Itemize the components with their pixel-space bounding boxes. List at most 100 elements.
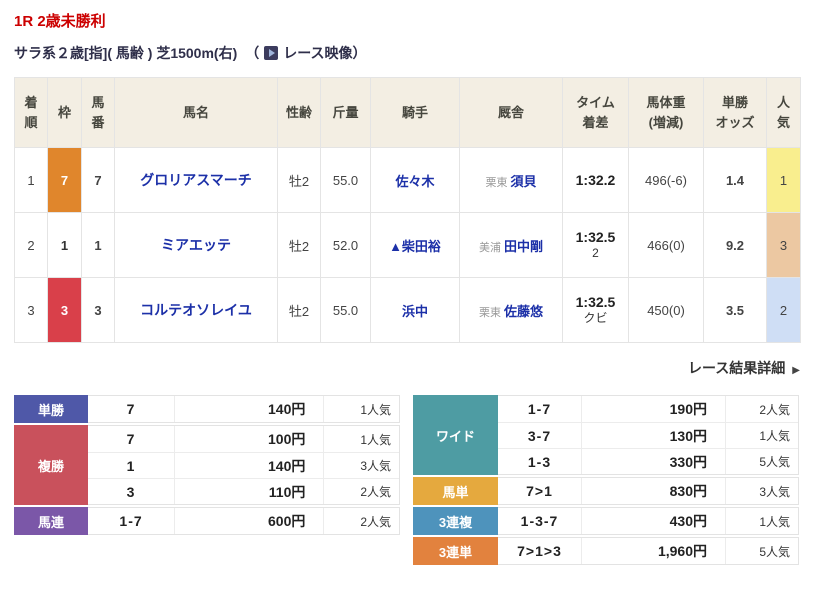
margin-value: 2: [563, 246, 628, 261]
jockey-link[interactable]: 浜中: [402, 304, 428, 319]
stable-region: 美浦: [479, 242, 501, 254]
payout-row: 1-3 330円 5人気: [498, 448, 798, 474]
finish-cell: 1: [15, 148, 48, 213]
horse-row: 1 7 7 グロリアスマーチ 牡2 55.0 佐々木 栗東須貝 1:32.2 4…: [15, 148, 801, 213]
sex-age-cell: 牡2: [278, 148, 321, 213]
payout-row: 1-3-7 430円 1人気: [498, 508, 798, 534]
payout-group-label: ワイド: [413, 395, 498, 475]
sex-age-cell: 牡2: [278, 213, 321, 278]
horse-number-cell: 3: [82, 278, 115, 343]
trainer-link[interactable]: 田中剛: [504, 239, 543, 254]
horse-weight-cell: 496(-6): [629, 148, 704, 213]
horse-row: 2 1 1 ミアエッテ 牡2 52.0 ▲柴田裕 美浦田中剛 1:32.5 2 …: [15, 213, 801, 278]
col-header-jockey: 騎手: [371, 78, 460, 148]
stable-region: 栗東: [485, 177, 507, 189]
payout-amount: 600円: [175, 508, 324, 534]
payout-group-umaren: 馬連 1-7 600円 2人気: [14, 507, 400, 535]
payout-row: 7>1 830円 3人気: [498, 478, 798, 504]
jockey-cell: ▲柴田裕: [371, 213, 460, 278]
payout-row: 3 110円 2人気: [88, 478, 399, 504]
payout-group-tansho: 単勝 7 140円 1人気: [14, 395, 400, 423]
payout-popularity: 2人気: [324, 479, 399, 504]
odds-cell: 3.5: [704, 278, 767, 343]
jockey-link[interactable]: ▲柴田裕: [389, 239, 441, 254]
payout-amount: 130円: [582, 423, 726, 448]
payout-popularity: 5人気: [726, 449, 798, 474]
col-header-odds: 単勝 オッズ: [704, 78, 767, 148]
horse-number-cell: 1: [82, 213, 115, 278]
payout-row: 7>1>3 1,960円 5人気: [498, 538, 798, 564]
stable-cell: 栗東須貝: [460, 148, 563, 213]
jockey-cell: 浜中: [371, 278, 460, 343]
margin-value: クビ: [563, 311, 628, 326]
payout-popularity: 1人気: [324, 426, 399, 452]
payout-group-fukusho: 複勝 7 100円 1人気 1 140円 3人気 3 110円: [14, 425, 400, 505]
payout-popularity: 3人気: [726, 478, 798, 504]
detail-link-label: レース結果詳細: [688, 360, 785, 376]
stable-cell: 美浦田中剛: [460, 213, 563, 278]
payout-group-label: 複勝: [14, 425, 88, 505]
horse-row: 3 3 3 コルテオソレイユ 牡2 55.0 浜中 栗東佐藤悠 1:32.5 ク…: [15, 278, 801, 343]
col-header-time: タイム 着差: [563, 78, 629, 148]
payout-table-right: ワイド 1-7 190円 2人気 3-7 130円 1人気 1-3 330円: [413, 395, 799, 567]
payout-group-sanrenpuku: 3連複 1-3-7 430円 1人気: [413, 507, 799, 535]
payout-combo: 1: [88, 453, 175, 478]
horse-weight-cell: 466(0): [629, 213, 704, 278]
jockey-link[interactable]: 佐々木: [395, 174, 434, 189]
favorite-cell: 2: [767, 278, 801, 343]
horse-name-cell: コルテオソレイユ: [115, 278, 278, 343]
sex-age-cell: 牡2: [278, 278, 321, 343]
race-video-link[interactable]: レース映像: [259, 43, 352, 63]
trainer-link[interactable]: 佐藤悠: [504, 304, 543, 319]
race-conditions-row: サラ系２歳[指]( 馬齢 ) 芝1500m(右) （ レース映像 ）: [14, 43, 800, 63]
payout-popularity: 3人気: [324, 453, 399, 478]
payout-group-label: 3連複: [413, 507, 498, 535]
payout-amount: 110円: [175, 479, 324, 504]
payout-combo: 7: [88, 426, 175, 452]
payout-group-label: 単勝: [14, 395, 88, 423]
payout-group-label: 馬連: [14, 507, 88, 535]
video-link-label[interactable]: レース映像: [283, 43, 352, 63]
payout-popularity: 1人気: [726, 423, 798, 448]
bracket-cell: 3: [48, 278, 82, 343]
payout-combo: 1-3: [498, 449, 582, 474]
detail-link-row: レース結果詳細▶: [14, 358, 800, 378]
col-header-sex-age: 性齢: [278, 78, 321, 148]
col-header-favorite: 人 気: [767, 78, 801, 148]
horse-name-link[interactable]: コルテオソレイユ: [140, 302, 252, 318]
horse-name-cell: グロリアスマーチ: [115, 148, 278, 213]
trainer-link[interactable]: 須貝: [510, 174, 536, 189]
stable-region: 栗東: [479, 307, 501, 319]
payout-amount: 330円: [582, 449, 726, 474]
payout-row: 1 140円 3人気: [88, 452, 399, 478]
payout-combo: 1-7: [88, 508, 175, 534]
col-header-number: 馬 番: [82, 78, 115, 148]
payout-combo: 3-7: [498, 423, 582, 448]
payout-amount: 140円: [175, 396, 324, 422]
payout-amount: 430円: [582, 508, 726, 534]
payout-group-label: 馬単: [413, 477, 498, 505]
col-header-bracket: 枠: [48, 78, 82, 148]
payout-combo: 1-3-7: [498, 508, 582, 534]
payout-group-sanrentan: 3連単 7>1>3 1,960円 5人気: [413, 537, 799, 565]
result-table-header-row: 着 順 枠 馬 番 馬名 性齢 斤量 騎手 厩舎 タイム 着差 馬体重 (増減)…: [15, 78, 801, 148]
time-value: 1:32.5: [563, 294, 628, 311]
col-header-horse-weight: 馬体重 (増減): [629, 78, 704, 148]
horse-name-link[interactable]: グロリアスマーチ: [140, 172, 252, 188]
payout-section: 単勝 7 140円 1人気 複勝 7 100円 1人気: [14, 395, 800, 567]
jockey-cell: 佐々木: [371, 148, 460, 213]
payout-row: 3-7 130円 1人気: [498, 422, 798, 448]
payout-row: 1-7 600円 2人気: [88, 508, 399, 534]
payout-row: 7 100円 1人気: [88, 426, 399, 452]
col-header-stable: 厩舎: [460, 78, 563, 148]
video-icon: [264, 46, 278, 60]
time-value: 1:32.5: [563, 229, 628, 246]
horse-name-link[interactable]: ミアエッテ: [161, 237, 231, 253]
payout-amount: 100円: [175, 426, 324, 452]
payout-table-left: 単勝 7 140円 1人気 複勝 7 100円 1人気: [14, 395, 400, 567]
weight-cell: 52.0: [321, 213, 371, 278]
odds-cell: 9.2: [704, 213, 767, 278]
col-header-finish: 着 順: [15, 78, 48, 148]
payout-combo: 7>1>3: [498, 538, 582, 564]
race-result-detail-link[interactable]: レース結果詳細▶: [688, 360, 800, 376]
